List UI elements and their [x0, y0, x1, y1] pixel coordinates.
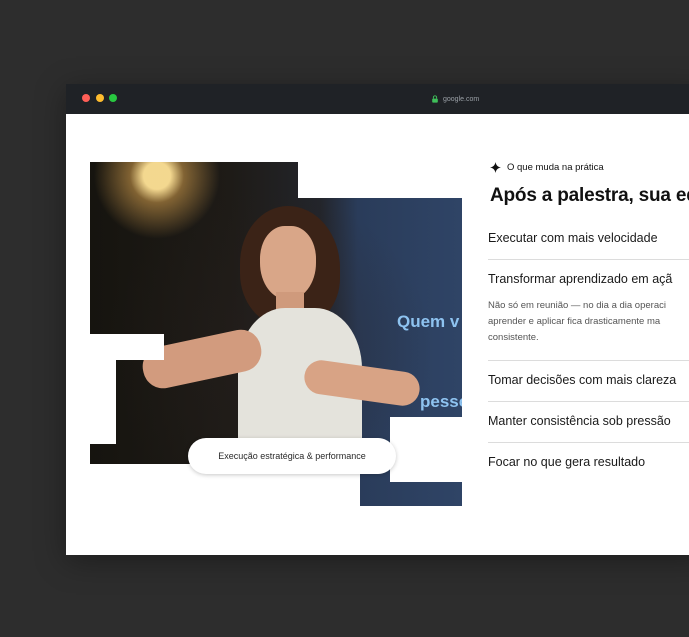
hero-image-collage: Quem v pesso Execução estratégica & perf…	[90, 162, 462, 506]
address-url: google.com	[443, 95, 480, 103]
description-line: Não só em reunião — no dia a dia operaci	[488, 300, 666, 311]
maximize-window-button[interactable]	[109, 94, 117, 102]
accordion-item-resultado[interactable]: Focar no que gera resultado	[488, 443, 689, 483]
browser-window: google.com Quem v pesso Execução estraté…	[66, 84, 689, 555]
accordion-item-label: Transformar aprendizado em açã	[488, 272, 673, 286]
browser-titlebar: google.com	[66, 84, 689, 114]
accordion-item-consistencia[interactable]: Manter consistência sob pressão	[488, 402, 689, 443]
accordion-item-velocidade[interactable]: Executar com mais velocidade	[488, 219, 689, 260]
description-line: aprender e aplicar fica drasticamente ma	[488, 316, 661, 327]
projector-screen-text-top: Quem v	[397, 312, 460, 331]
lock-icon	[432, 95, 438, 103]
image-caption-pill: Execução estratégica & performance	[188, 438, 396, 474]
section-eyebrow: O que muda na prática	[490, 162, 689, 173]
accordion-item-description: Não só em reunião — no dia a dia operaci…	[488, 298, 689, 346]
accordion-item-label: Focar no que gera resultado	[488, 455, 646, 469]
sparkle-icon	[490, 162, 501, 173]
accordion-item-clareza[interactable]: Tomar decisões com mais clareza	[488, 361, 689, 402]
accordion-item-label: Manter consistência sob pressão	[488, 414, 671, 428]
accordion-item-label: Executar com mais velocidade	[488, 231, 658, 245]
accordion-item-aprendizado[interactable]: Transformar aprendizado em açã Não só em…	[488, 260, 689, 361]
close-window-button[interactable]	[82, 94, 90, 102]
changes-section: O que muda na prática Após a palestra, s…	[488, 162, 689, 483]
accordion-item-label: Tomar decisões com mais clareza	[488, 373, 677, 387]
projector-screen-text-bottom: pesso	[420, 392, 470, 411]
benefits-accordion: Executar com mais velocidade Transformar…	[488, 219, 689, 483]
minimize-window-button[interactable]	[96, 94, 104, 102]
section-title: Após a palestra, sua eq	[490, 185, 689, 206]
description-line: consistente.	[488, 332, 539, 343]
address-bar[interactable]: google.com	[431, 93, 479, 105]
eyebrow-label: O que muda na prática	[507, 162, 604, 173]
speaker-face	[260, 226, 316, 300]
